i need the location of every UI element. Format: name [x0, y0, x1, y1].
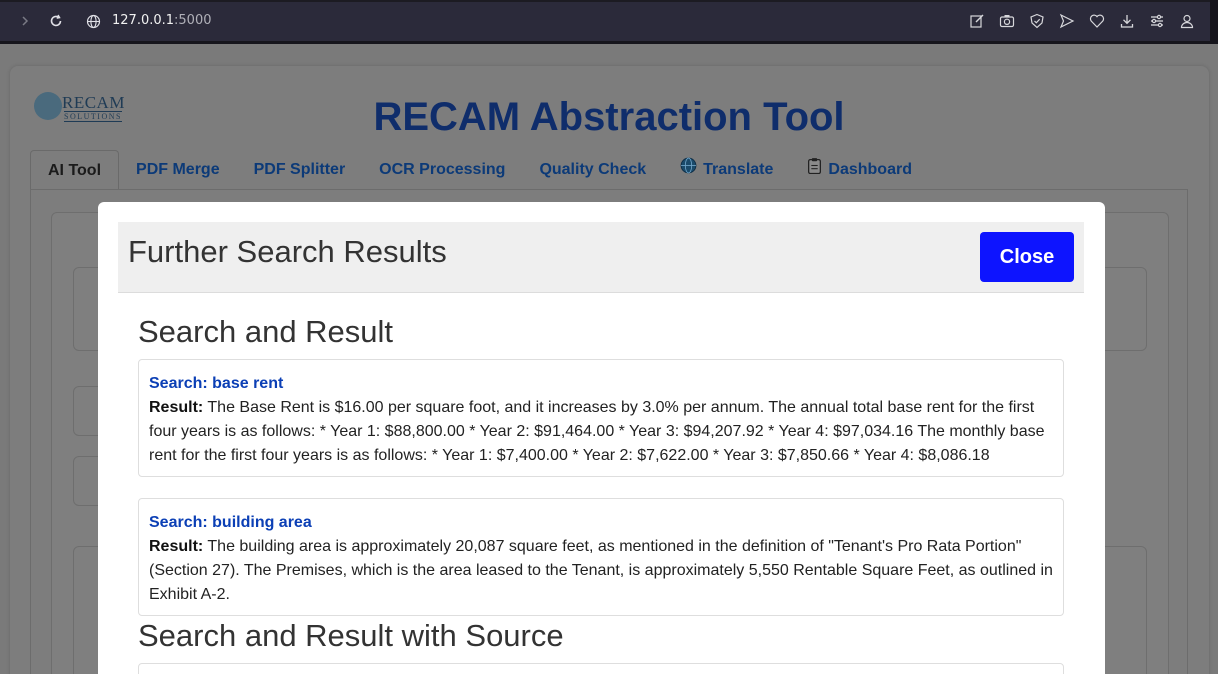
- modal-title: Further Search Results: [128, 234, 447, 269]
- url-bar[interactable]: 127.0.0.1:5000: [112, 13, 212, 28]
- shield-icon[interactable]: [1029, 13, 1045, 29]
- reload-icon[interactable]: [47, 12, 65, 30]
- account-icon[interactable]: [1179, 13, 1195, 29]
- section-title-search-result: Search and Result: [138, 314, 394, 349]
- search-label: Search:: [149, 514, 208, 531]
- globe-icon: [680, 151, 697, 189]
- tab-quality-check[interactable]: Quality Check: [522, 150, 663, 190]
- send-icon[interactable]: [1059, 13, 1075, 29]
- search-results-modal: Further Search Results Close Search and …: [98, 202, 1105, 674]
- tab-label: Translate: [703, 161, 774, 178]
- settings-sliders-icon[interactable]: [1149, 13, 1165, 29]
- app-title: RECAM Abstraction Tool: [373, 95, 845, 139]
- tab-label: Dashboard: [828, 161, 912, 178]
- result-card: [138, 663, 1064, 674]
- tab-pdf-splitter[interactable]: PDF Splitter: [237, 150, 363, 190]
- browser-toolbar: 127.0.0.1:5000: [0, 0, 1218, 44]
- tab-dashboard[interactable]: Dashboard: [790, 150, 929, 190]
- result-label: Result:: [149, 538, 204, 555]
- tab-label: AI Tool: [48, 161, 102, 179]
- modal-header: Further Search Results Close: [118, 222, 1084, 293]
- tab-ai-tool[interactable]: AI Tool: [30, 150, 120, 190]
- edit-icon[interactable]: [969, 13, 985, 29]
- tab-bar: AI Tool PDF Merge PDF Splitter OCR Proce…: [30, 150, 929, 190]
- forward-icon[interactable]: [16, 12, 34, 30]
- heart-icon[interactable]: [1089, 13, 1105, 29]
- result-text: The Base Rent is $16.00 per square foot,…: [149, 399, 1045, 464]
- tab-label: OCR Processing: [379, 161, 506, 178]
- tab-label: Quality Check: [539, 161, 647, 178]
- tab-label: PDF Merge: [136, 161, 220, 178]
- url-port: :5000: [174, 13, 212, 28]
- search-query: base rent: [212, 375, 284, 392]
- search-label: Search:: [149, 375, 208, 392]
- result-text: The building area is approximately 20,08…: [149, 538, 1053, 603]
- result-label: Result:: [149, 399, 204, 416]
- tab-label: PDF Splitter: [253, 161, 346, 178]
- result-line: Result: The Base Rent is $16.00 per squa…: [149, 396, 1053, 468]
- tab-pdf-merge[interactable]: PDF Merge: [119, 150, 237, 190]
- tab-translate[interactable]: Translate: [663, 150, 790, 190]
- site-info-icon[interactable]: [84, 12, 102, 30]
- tab-ocr-processing[interactable]: OCR Processing: [362, 150, 522, 190]
- section-title-search-result-source: Search and Result with Source: [138, 618, 564, 653]
- result-card: Search: building area Result: The buildi…: [138, 498, 1064, 616]
- search-line: Search: base rent: [149, 372, 1053, 396]
- result-card: Search: base rent Result: The Base Rent …: [138, 359, 1064, 477]
- toolbar-edge: [1210, 0, 1218, 44]
- toolbar-top-border: [0, 0, 1218, 2]
- clipboard-icon: [807, 151, 822, 189]
- url-host: 127.0.0.1: [112, 13, 175, 28]
- close-button[interactable]: Close: [980, 232, 1074, 282]
- search-line: Search: building area: [149, 511, 1053, 535]
- search-query: building area: [212, 514, 312, 531]
- camera-icon[interactable]: [999, 13, 1015, 29]
- download-icon[interactable]: [1119, 13, 1135, 29]
- result-line: Result: The building area is approximate…: [149, 535, 1053, 607]
